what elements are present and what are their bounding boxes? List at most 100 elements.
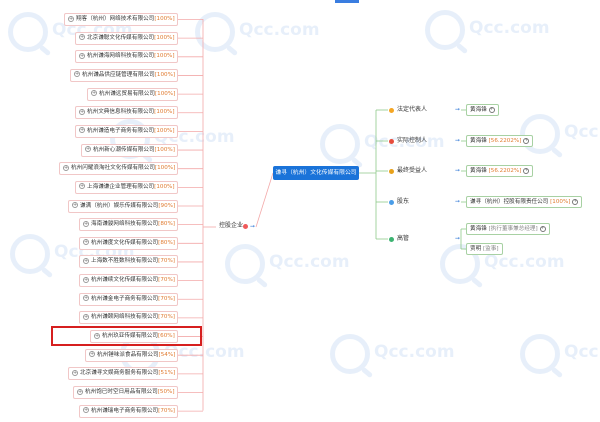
info-circle-icon[interactable]: +	[539, 225, 546, 232]
info-circle-icon[interactable]: +	[572, 198, 579, 205]
holding-company-node[interactable]: + 杭州文典信息科技有限公司[100%]	[75, 106, 178, 120]
share-percent: [100%]	[154, 53, 175, 60]
relation-arrow-icon: ➞	[455, 235, 461, 242]
expand-plus-icon[interactable]: +	[79, 127, 85, 134]
expand-plus-icon[interactable]: +	[83, 257, 89, 264]
share-percent: [56.2202%]	[486, 138, 522, 144]
related-entity-node[interactable]: 黄海锋 +	[466, 104, 499, 116]
holding-company-node[interactable]: + 杭州谦瑞电子商务有限公司[70%]	[79, 404, 178, 418]
info-circle-icon[interactable]: +	[523, 167, 530, 174]
expand-plus-icon[interactable]: +	[91, 90, 97, 97]
entity-name: 谦寻（杭州）控股有限责任公司	[470, 199, 549, 205]
share-percent: [54%]	[158, 351, 176, 358]
holding-arrow-icon: ➞	[250, 223, 256, 230]
company-name: 杭州锤味派食品有限公司	[97, 351, 159, 358]
info-circle-icon[interactable]: +	[488, 106, 495, 113]
equity-diagram-canvas: Qcc.comQcc.comQcc.comQcc.comQcc.comQcc.c…	[0, 0, 600, 422]
relation-label: 实际控制人	[397, 137, 428, 144]
share-percent: [100%]	[154, 127, 175, 134]
expand-plus-icon[interactable]: +	[89, 351, 95, 358]
company-name: 上海数不胜数科技有限公司	[91, 258, 159, 265]
holding-to-center-line	[255, 172, 274, 228]
holding-company-node[interactable]: + 杭州新心潮传媒有限公司[100%]	[81, 143, 178, 157]
holding-company-node[interactable]: + 杭州谦造电子商务有限公司[100%]	[75, 124, 178, 138]
holding-company-node[interactable]: + 杭州谦颐网络科技有限公司[70%]	[79, 311, 178, 325]
holding-company-node[interactable]: + 上海谦谦企业管理有限公司[100%]	[75, 180, 178, 194]
company-name: 上海谦谦企业管理有限公司	[87, 183, 155, 190]
holding-company-node[interactable]: + 谦满（杭州）娱乐传媒有限公司[90%]	[68, 199, 179, 213]
relation-label: 法定代表人	[397, 106, 428, 113]
expand-plus-icon[interactable]: +	[79, 108, 85, 115]
expand-plus-icon[interactable]: +	[79, 52, 85, 59]
holding-company-node[interactable]: + 杭州谦续文化传媒有限公司[70%]	[79, 274, 178, 288]
company-name: 北京谦聪文化传媒有限公司	[87, 34, 155, 41]
relation-dot	[389, 107, 394, 113]
relation-dot	[389, 168, 394, 174]
relation-label: 高管	[397, 235, 410, 242]
position-title: [监事]	[481, 246, 499, 252]
holding-company-node[interactable]: + 上海数不胜数科技有限公司[70%]	[79, 255, 178, 269]
relation-arrow-icon: ➞	[455, 167, 461, 174]
expand-plus-icon[interactable]: +	[74, 71, 80, 78]
holding-company-node[interactable]: + 杭州闪耀浪淘社文化传媒有限公司[100%]	[59, 162, 179, 176]
holding-company-node[interactable]: + 杭州谦度文化传媒有限公司[80%]	[79, 236, 178, 250]
company-name: 谦满（杭州）娱乐传媒有限公司	[80, 202, 159, 209]
expand-plus-icon[interactable]: +	[83, 313, 89, 320]
relation-dot	[389, 236, 394, 242]
share-percent: [70%]	[158, 295, 175, 302]
holding-company-node[interactable]: + 翔客（杭州）网络技术有限公司[100%]	[64, 13, 178, 26]
share-percent: [100%]	[154, 146, 175, 153]
share-percent: [90%]	[158, 202, 176, 209]
expand-plus-icon[interactable]: +	[83, 239, 89, 246]
holding-company-node[interactable]: + 北京谦寻文娱商务服务有限公司[51%]	[68, 367, 179, 381]
holding-company-node[interactable]: + 杭州谦远贸易有限公司[100%]	[87, 87, 179, 101]
holding-branch-label: 控股企业	[219, 222, 244, 229]
related-entity-node[interactable]: 谦寻（杭州）控股有限责任公司 [100%] +	[466, 196, 583, 208]
entity-name: 黄海锋	[470, 107, 487, 113]
share-percent: [70%]	[158, 314, 175, 321]
share-percent: [70%]	[158, 277, 175, 284]
expand-plus-icon[interactable]: +	[83, 407, 89, 414]
expand-plus-icon[interactable]: +	[83, 220, 89, 227]
relation-arrow-icon: ➞	[455, 106, 461, 113]
holding-company-node[interactable]: + 海南谦骏网络科技有限公司[80%]	[79, 218, 178, 232]
related-entity-node[interactable]: 黄海锋 [执行董事兼总经理] +	[466, 223, 550, 235]
expand-plus-icon[interactable]: +	[68, 15, 74, 22]
relation-arrow-icon: ➞	[455, 198, 461, 205]
center-company-node[interactable]: 谦寻（杭州）文化传媒有限公司	[273, 166, 359, 180]
relation-label: 股东	[397, 198, 410, 205]
entity-name: 黄海锋	[470, 226, 487, 232]
expand-plus-icon[interactable]: +	[85, 146, 91, 153]
company-name: 杭州谦海网络科技有限公司	[87, 53, 155, 60]
expand-plus-icon[interactable]: +	[72, 369, 78, 376]
share-percent: [70%]	[158, 258, 175, 265]
related-entity-node[interactable]: 黄海锋 [56.2202%] +	[466, 135, 534, 147]
expand-plus-icon[interactable]: +	[79, 183, 85, 190]
expand-plus-icon[interactable]: +	[83, 276, 89, 283]
share-percent: [100%]	[154, 165, 176, 172]
info-circle-icon[interactable]: +	[523, 137, 530, 144]
related-entity-node[interactable]: 黄海锋 [56.2202%] +	[466, 165, 534, 177]
holding-company-node[interactable]: + 北京谦聪文化传媒有限公司[100%]	[75, 31, 178, 45]
company-name: 杭州新心潮传媒有限公司	[93, 146, 155, 153]
holding-company-node[interactable]: + 杭州锤味派食品有限公司[54%]	[85, 348, 179, 362]
relation-dot	[389, 199, 394, 205]
share-percent: [100%]	[154, 34, 175, 41]
expand-plus-icon[interactable]: +	[63, 164, 69, 171]
expand-plus-icon[interactable]: +	[83, 295, 89, 302]
expand-plus-icon[interactable]: +	[77, 388, 83, 395]
share-percent: [56.2202%]	[486, 168, 522, 174]
company-name: 海南谦骏网络科技有限公司	[91, 221, 159, 228]
relation-arrow-icon: ➞	[455, 137, 461, 144]
related-entity-node[interactable]: 贾明 [监事]	[466, 243, 503, 255]
share-percent: [100%]	[154, 109, 175, 116]
holding-company-node[interactable]: + 杭州谦海网络科技有限公司[100%]	[75, 50, 178, 64]
holding-company-node[interactable]: + 杭州谦品供应链管理有限公司[100%]	[70, 68, 179, 82]
holding-company-node[interactable]: + 杭州饱已时空日用品有限公司[50%]	[73, 386, 178, 399]
holding-company-node[interactable]: + 杭州谦金电子商务有限公司[70%]	[79, 292, 178, 306]
share-percent: [100%]	[154, 183, 175, 190]
expand-plus-icon[interactable]: +	[72, 202, 78, 208]
expand-plus-icon[interactable]: +	[79, 34, 85, 41]
share-percent: [50%]	[157, 389, 175, 395]
entity-name: 黄海锋	[470, 168, 487, 174]
